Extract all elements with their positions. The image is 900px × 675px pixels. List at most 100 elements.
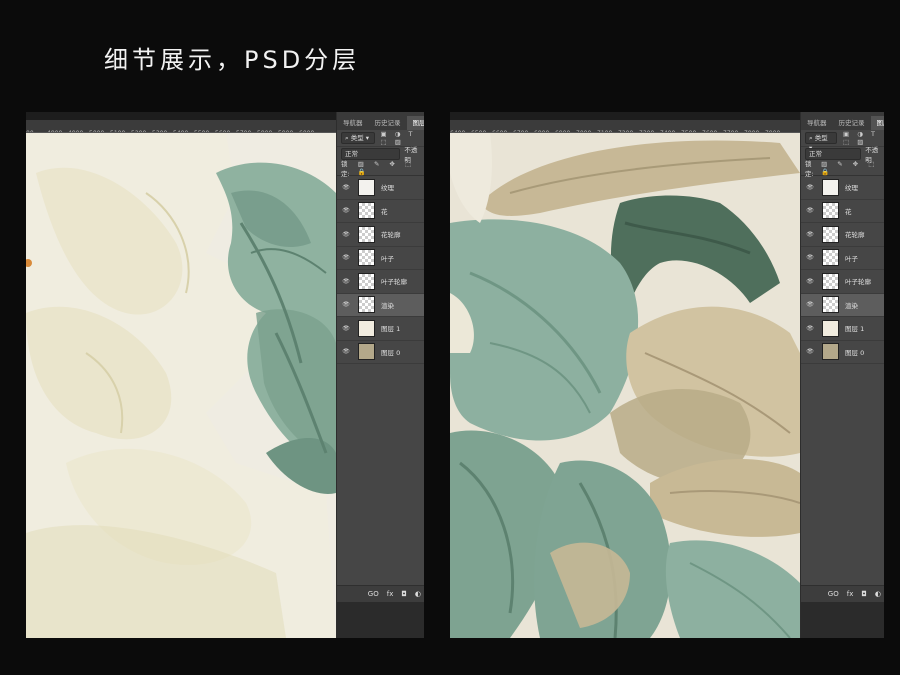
tab-history[interactable]: 历史记录	[833, 116, 871, 130]
lock-label: 锁定:	[805, 160, 814, 178]
layer-thumbnail	[822, 225, 839, 243]
layer-thumbnail	[822, 343, 839, 361]
layer-name: 叶子	[381, 254, 394, 263]
fx-icon[interactable]: fx	[847, 590, 854, 598]
layer-row[interactable]: 👁 花轮廓	[337, 223, 424, 247]
panel-empty-area	[801, 602, 884, 638]
layer-name: 图层 0	[381, 348, 401, 357]
lock-icons[interactable]: ▨ ✎ ✥ ⬚ 🔒	[358, 160, 421, 176]
layers-bottom-bar: GO fx ◘ ◐	[801, 585, 884, 602]
layer-name: 花	[845, 207, 852, 216]
artwork-leaf-detail	[450, 133, 800, 638]
page-headline: 细节展示，PSD分层	[104, 46, 361, 74]
horizontal-ruler: 6400650066006700680069007000710072007300…	[450, 120, 800, 133]
layer-row[interactable]: 👁 图层 0	[337, 341, 424, 364]
tab-navigator[interactable]: 导航器	[337, 116, 369, 130]
document-canvas[interactable]	[26, 133, 336, 638]
tab-layers[interactable]: 图层	[406, 116, 424, 130]
add-mask-icon[interactable]: ◘	[861, 590, 867, 598]
layer-thumbnail	[822, 272, 839, 290]
visibility-eye-icon[interactable]: 👁	[339, 231, 353, 238]
lock-row: 锁定: ▨ ✎ ✥ ⬚ 🔒	[801, 160, 884, 178]
photoshop-window-right: 6400650066006700680069007000710072007300…	[450, 112, 884, 638]
visibility-eye-icon[interactable]: 👁	[803, 184, 817, 191]
layer-name: 渲染	[381, 301, 394, 310]
tab-navigator[interactable]: 导航器	[801, 116, 833, 130]
layer-thumbnail	[822, 178, 839, 196]
layer-thumbnail	[822, 296, 839, 314]
layer-name: 花轮廓	[381, 231, 401, 240]
visibility-eye-icon[interactable]: 👁	[339, 184, 353, 191]
panel-tabs: 导航器 历史记录 图层	[337, 112, 424, 130]
layer-name: 纹理	[845, 184, 858, 193]
layer-name: 图层 1	[845, 325, 865, 334]
layer-name: 叶子轮廓	[845, 278, 871, 287]
add-mask-icon[interactable]: ◘	[401, 590, 407, 598]
layer-row[interactable]: 👁 叶子	[801, 247, 884, 270]
visibility-eye-icon[interactable]: 👁	[339, 325, 353, 332]
artwork-flower-detail	[26, 133, 336, 638]
layer-name: 渲染	[845, 301, 858, 310]
layer-thumbnail	[358, 202, 375, 220]
visibility-eye-icon[interactable]: 👁	[803, 231, 817, 238]
layer-name: 叶子轮廓	[381, 278, 407, 287]
link-layers-icon[interactable]: GO	[368, 590, 379, 598]
fx-icon[interactable]: fx	[387, 590, 394, 598]
visibility-eye-icon[interactable]: 👁	[339, 254, 353, 261]
visibility-eye-icon[interactable]: 👁	[339, 278, 353, 285]
layer-list: 👁 纹理 👁 花 👁 花轮廓 👁 叶子 👁 叶子轮廓 👁 渲染 👁 图层 1 👁 图层 0	[801, 176, 884, 364]
tab-layers[interactable]: 图层	[870, 116, 884, 130]
layer-row[interactable]: 👁 图层 1	[337, 317, 424, 341]
title-bar	[450, 112, 800, 120]
layer-row[interactable]: 👁 纹理	[801, 176, 884, 200]
layer-name: 花	[381, 207, 388, 216]
layer-row[interactable]: 👁 叶子轮廓	[337, 270, 424, 294]
visibility-eye-icon[interactable]: 👁	[803, 348, 817, 355]
lock-icons[interactable]: ▨ ✎ ✥ ⬚ 🔒	[821, 160, 881, 176]
layer-row[interactable]: 👁 图层 1	[801, 317, 884, 341]
layers-panel: 导航器 历史记录 图层 ⌕ 类型 ▾ ▣ ◑ T ⬚ ▨ 正常 不透明 锁定: …	[336, 112, 424, 638]
layer-row[interactable]: 👁 叶子	[337, 247, 424, 270]
blend-mode-label: 正常	[345, 150, 358, 158]
visibility-eye-icon[interactable]: 👁	[803, 207, 817, 214]
layers-panel: 导航器 历史记录 图层 ⌕ 类型 ▾ ▣ ◑ T ⬚ ▨ 正常 不透明 锁定: …	[800, 112, 884, 638]
visibility-eye-icon[interactable]: 👁	[803, 301, 817, 308]
layer-row[interactable]: 👁 花	[337, 200, 424, 223]
layer-row[interactable]: 👁 渲染	[337, 293, 424, 317]
layer-row[interactable]: 👁 花	[801, 200, 884, 223]
layer-thumbnail	[358, 178, 375, 196]
layer-thumbnail	[358, 296, 375, 314]
visibility-eye-icon[interactable]: 👁	[339, 301, 353, 308]
layer-row[interactable]: 👁 纹理	[337, 176, 424, 200]
blend-mode-label: 正常	[809, 150, 822, 158]
layer-name: 图层 1	[381, 325, 401, 334]
layer-row[interactable]: 👁 图层 0	[801, 341, 884, 364]
filter-kind-label: 类型	[350, 134, 364, 142]
lock-label: 锁定:	[341, 160, 350, 178]
filter-kind-label: 类型	[814, 134, 828, 142]
panel-tabs: 导航器 历史记录 图层	[801, 112, 884, 130]
layer-thumbnail	[822, 249, 839, 267]
visibility-eye-icon[interactable]: 👁	[803, 254, 817, 261]
adjustment-layer-icon[interactable]: ◐	[415, 590, 421, 598]
visibility-eye-icon[interactable]: 👁	[803, 278, 817, 285]
document-canvas[interactable]	[450, 133, 800, 638]
filter-kind-select[interactable]: ⌕ 类型 ▾	[805, 132, 837, 152]
tab-history[interactable]: 历史记录	[369, 116, 407, 130]
adjustment-layer-icon[interactable]: ◐	[875, 590, 881, 598]
filter-kind-select[interactable]: ⌕ 类型 ▾	[341, 132, 375, 144]
layer-thumbnail	[358, 225, 375, 243]
link-layers-icon[interactable]: GO	[828, 590, 839, 598]
panel-empty-area	[337, 602, 424, 638]
layer-name: 叶子	[845, 254, 858, 263]
layer-row[interactable]: 👁 叶子轮廓	[801, 270, 884, 294]
visibility-eye-icon[interactable]: 👁	[803, 325, 817, 332]
layer-row[interactable]: 👁 渲染	[801, 293, 884, 317]
layer-thumbnail	[358, 249, 375, 267]
layers-bottom-bar: GO fx ◘ ◐	[337, 585, 424, 602]
visibility-eye-icon[interactable]: 👁	[339, 207, 353, 214]
layer-thumbnail	[358, 343, 375, 361]
visibility-eye-icon[interactable]: 👁	[339, 348, 353, 355]
layer-thumbnail	[358, 272, 375, 290]
layer-row[interactable]: 👁 花轮廓	[801, 223, 884, 247]
